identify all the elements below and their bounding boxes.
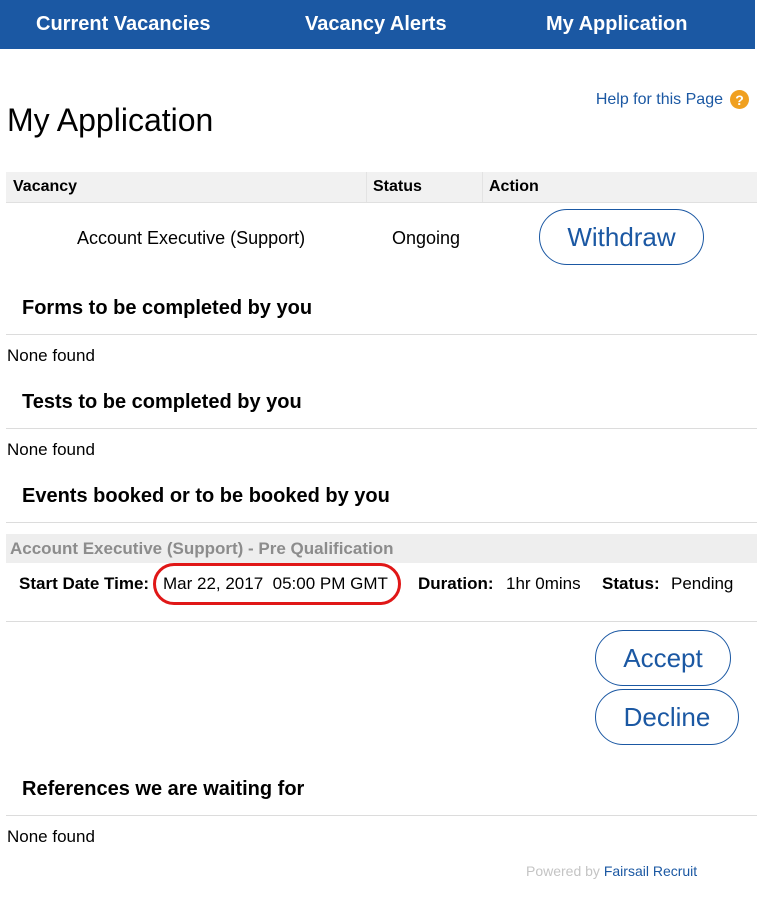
powered-by-text: Powered by xyxy=(526,863,600,879)
event-name: Account Executive (Support) - Pre Qualif… xyxy=(10,539,394,558)
nav-current-vacancies[interactable]: Current Vacancies xyxy=(36,13,211,36)
vacancy-status: Ongoing xyxy=(392,228,461,248)
help-link[interactable]: Help for this Page ? xyxy=(596,90,749,109)
divider xyxy=(6,621,757,622)
divider xyxy=(6,522,757,523)
events-section-title: Events booked or to be booked by you xyxy=(22,485,390,507)
help-question-icon[interactable]: ? xyxy=(730,90,749,109)
divider xyxy=(6,334,757,335)
help-link-label[interactable]: Help for this Page xyxy=(596,91,723,109)
accept-button[interactable]: Accept xyxy=(595,630,731,686)
forms-section-title: Forms to be completed by you xyxy=(22,297,313,319)
column-header-action: Action xyxy=(489,178,539,195)
divider xyxy=(6,428,757,429)
withdraw-button[interactable]: Withdraw xyxy=(539,209,704,265)
references-empty-text: None found xyxy=(7,827,95,846)
footer: Powered by Fairsail Recruit xyxy=(526,863,697,879)
column-divider xyxy=(482,172,483,202)
application-table-header: Vacancy Status Action xyxy=(6,172,757,203)
column-header-status: Status xyxy=(373,178,422,195)
tests-empty-text: None found xyxy=(7,440,95,459)
event-status-label: Status: xyxy=(602,574,660,593)
brand-link[interactable]: Fairsail Recruit xyxy=(604,863,697,879)
start-date-highlight xyxy=(153,563,401,605)
divider xyxy=(6,815,757,816)
duration-value: 1hr 0mins xyxy=(506,574,581,593)
event-header: Account Executive (Support) - Pre Qualif… xyxy=(6,534,757,563)
duration-label: Duration: xyxy=(418,574,494,593)
column-divider xyxy=(366,172,367,202)
decline-button[interactable]: Decline xyxy=(595,689,739,745)
start-date-label: Start Date Time: xyxy=(19,574,150,593)
forms-empty-text: None found xyxy=(7,346,95,365)
page-title: My Application xyxy=(7,102,214,138)
nav-my-application[interactable]: My Application xyxy=(546,13,687,36)
top-nav: Current Vacancies Vacancy Alerts My Appl… xyxy=(0,0,755,49)
event-status-value: Pending xyxy=(671,574,734,593)
tests-section-title: Tests to be completed by you xyxy=(22,391,302,413)
references-section-title: References we are waiting for xyxy=(22,778,305,800)
vacancy-name: Account Executive (Support) xyxy=(77,228,306,248)
nav-vacancy-alerts[interactable]: Vacancy Alerts xyxy=(305,13,447,36)
column-header-vacancy: Vacancy xyxy=(13,178,78,195)
